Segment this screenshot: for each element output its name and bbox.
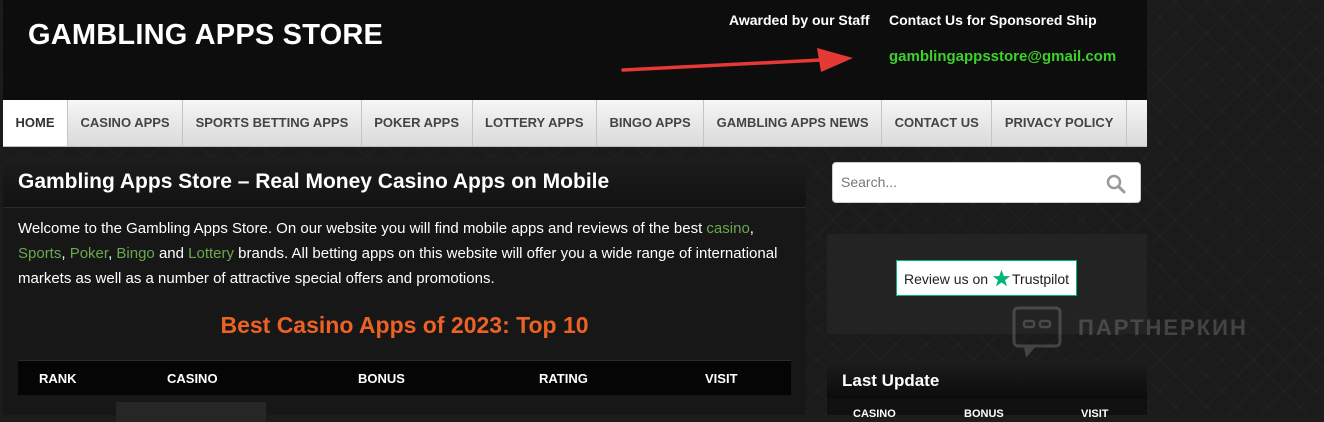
header-visit: VISIT: [705, 371, 738, 386]
last-update-header-bonus: BONUS: [964, 408, 1004, 420]
last-update-header-visit: VISIT: [1081, 408, 1109, 420]
poker-link[interactable]: Poker: [70, 245, 108, 262]
watermark-text: ПАРТНЕРКИН: [1078, 315, 1248, 340]
main-content: Gambling Apps Store – Real Money Casino …: [3, 157, 806, 422]
header-rank: RANK: [39, 371, 77, 386]
trustpilot-star-icon: [992, 269, 1011, 287]
trustpilot-review-text: Review us on: [904, 271, 989, 287]
lottery-link[interactable]: Lottery: [188, 245, 234, 262]
last-update-header-casino: CASINO: [853, 408, 896, 420]
table-row: [116, 402, 266, 422]
nav-item-privacy-policy[interactable]: PRIVACY POLICY: [992, 100, 1127, 146]
last-update-title: Last Update: [842, 371, 940, 390]
nav-item-bingo-apps[interactable]: BINGO APPS: [597, 100, 705, 146]
watermark: ПАРТНЕРКИН: [1012, 306, 1312, 366]
intro-text: ,: [61, 245, 70, 262]
intro-paragraph: Welcome to the Gambling Apps Store. On o…: [18, 216, 788, 291]
trustpilot-review-button[interactable]: Review us on Trustpilot: [896, 260, 1077, 296]
header-rating: RATING: [539, 371, 588, 386]
last-update-widget: Last Update CASINO BONUS VISIT: [827, 360, 1147, 420]
nav-item-lottery-apps[interactable]: LOTTERY APPS: [473, 100, 597, 146]
site-header: GAMBLING APPS STORE Awarded by our Staff…: [3, 0, 1147, 100]
intro-text: ,: [749, 220, 754, 237]
main-navigation: HOME CASINO APPS SPORTS BETTING APPS POK…: [3, 100, 1147, 147]
site-title[interactable]: GAMBLING APPS STORE: [28, 19, 383, 52]
contact-sponsorship-link[interactable]: Contact Us for Sponsored Ship: [889, 12, 1097, 28]
nav-item-gambling-apps-news[interactable]: GAMBLING APPS NEWS: [704, 100, 883, 146]
nav-item-sports-betting-apps[interactable]: SPORTS BETTING APPS: [183, 100, 362, 146]
sports-link[interactable]: Sports: [18, 245, 61, 262]
search-box: [832, 162, 1141, 203]
intro-text: and: [154, 245, 189, 262]
header-bonus: BONUS: [358, 371, 405, 386]
search-input[interactable]: [839, 173, 1093, 191]
header-casino: CASINO: [167, 371, 218, 386]
contact-email[interactable]: gamblingappsstore@gmail.com: [889, 48, 1116, 65]
intro-text: Welcome to the Gambling Apps Store. On o…: [18, 220, 707, 237]
casino-link[interactable]: casino: [706, 220, 749, 237]
red-arrow-icon: [621, 48, 853, 72]
awarded-by-staff-link[interactable]: Awarded by our Staff: [729, 12, 870, 28]
top10-table-header: RANK CASINO BONUS RATING VISIT: [18, 360, 791, 395]
top10-heading: Best Casino Apps of 2023: Top 10: [220, 312, 589, 338]
nav-item-home[interactable]: HOME: [3, 100, 68, 146]
nav-item-casino-apps[interactable]: CASINO APPS: [68, 100, 184, 146]
page-title: Gambling Apps Store – Real Money Casino …: [18, 170, 610, 193]
nav-item-contact-us[interactable]: CONTACT US: [882, 100, 993, 146]
bingo-link[interactable]: Bingo: [116, 245, 154, 262]
nav-item-poker-apps[interactable]: POKER APPS: [362, 100, 473, 146]
chat-logo-icon: [1012, 306, 1062, 358]
trustpilot-brand: Trustpilot: [1012, 271, 1070, 287]
search-icon[interactable]: [1106, 174, 1126, 194]
